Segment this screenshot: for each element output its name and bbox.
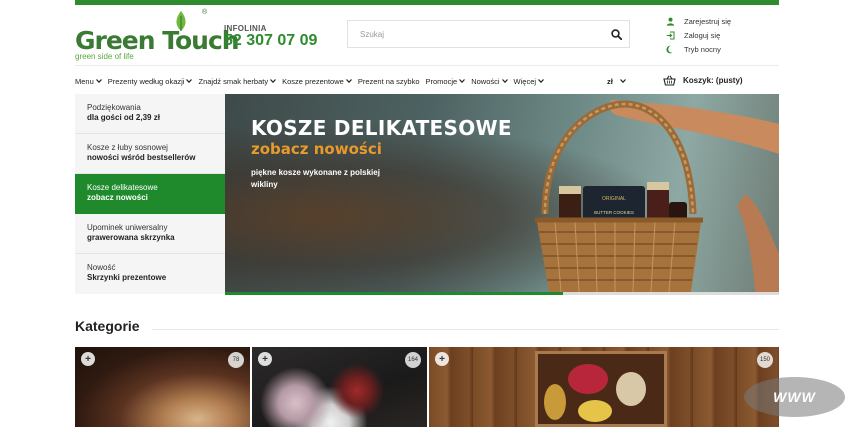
- nav-label: Promocje: [425, 76, 458, 86]
- night-mode-toggle[interactable]: Tryb nocny: [665, 42, 775, 56]
- gift-box-image: [535, 351, 667, 427]
- cart-button[interactable]: Koszyk: (pusty): [663, 73, 743, 87]
- helpline-phone[interactable]: 52 307 07 09: [224, 32, 317, 50]
- slider-tab-gift-boxes[interactable]: Nowość Skrzynki prezentowe: [75, 254, 225, 294]
- login-icon: [665, 30, 675, 40]
- gift-basket-image: ORIGINAL BUTTER COOKIES: [535, 100, 779, 292]
- chevron-down-icon: [459, 79, 466, 83]
- account-links: Zarejestruj się Zaloguj się Tryb nocny: [665, 14, 775, 56]
- slider-menu: Podziękowania dla gości od 2,39 zł Kosze…: [75, 94, 237, 294]
- login-link[interactable]: Zaloguj się: [665, 28, 775, 42]
- category-count-badge: 164: [405, 352, 421, 368]
- logo-word: Green Touch: [75, 26, 240, 55]
- currency-label: zł: [607, 76, 613, 86]
- search-button[interactable]: [605, 24, 627, 44]
- logo-text-green: Green: [75, 26, 163, 55]
- slider-tab-universal-gift[interactable]: Upominek uniwersalny grawerowana skrzynk…: [75, 214, 225, 254]
- watermark: WWW: [744, 377, 845, 417]
- category-tile-coffee[interactable]: + 78: [75, 347, 250, 427]
- nav-label: Więcej: [513, 76, 537, 86]
- nav-label: Prezent na szybko: [357, 76, 420, 86]
- categories-divider: [152, 329, 779, 330]
- nav-item-quick-gift[interactable]: Prezent na szybko: [358, 77, 420, 86]
- slider-tab-title: Kosze z łuby sosnowej: [87, 143, 168, 152]
- nav-item-new[interactable]: Nowości: [471, 76, 508, 86]
- registered-mark: ®: [202, 9, 208, 16]
- register-label: Zarejestruj się: [684, 16, 732, 26]
- categories-heading: Kategorie: [75, 318, 140, 334]
- nav-label: Kosze prezentowe: [282, 76, 344, 86]
- slider-tab-title: Kosze delikatesowe: [87, 183, 158, 192]
- slider-tab-subtitle: dla gości od 2,39 zł: [87, 113, 160, 122]
- slider-tab-subtitle: grawerowana skrzynka: [87, 233, 175, 242]
- nav-label: Znajdź smak herbaty: [198, 76, 269, 86]
- chevron-down-icon: [345, 79, 352, 83]
- banner-progress-fill: [225, 292, 563, 295]
- category-count-badge: 150: [757, 352, 773, 368]
- hero-banner[interactable]: KOSZE DELIKATESOWE zobacz nowości piękne…: [225, 94, 779, 292]
- slider-tab-thanks[interactable]: Podziękowania dla gości od 2,39 zł: [75, 94, 225, 134]
- chevron-down-icon: [270, 79, 277, 83]
- banner-subtitle: zobacz nowości: [251, 140, 382, 158]
- category-tile-spices[interactable]: + 164: [252, 347, 427, 427]
- slider-tab-deli-baskets[interactable]: Kosze delikatesowe zobacz nowości: [75, 174, 237, 214]
- slider-tab-subtitle: nowości wśród bestsellerów: [87, 153, 196, 162]
- slider-tab-title: Upominek uniwersalny: [87, 223, 168, 232]
- category-tile-gift-boxes[interactable]: + 150: [429, 347, 779, 427]
- user-icon: [665, 16, 675, 26]
- slider-tab-title: Nowość: [87, 263, 116, 272]
- chevron-down-icon: [186, 79, 193, 83]
- nav-label: Nowości: [471, 76, 500, 86]
- nav-item-promotions[interactable]: Promocje: [426, 77, 466, 86]
- chevron-down-icon: [95, 79, 102, 83]
- page: Green Touch ® green side of life INFOLIN…: [0, 0, 854, 427]
- basket-icon: [663, 75, 676, 86]
- banner-title: KOSZE DELIKATESOWE: [251, 116, 512, 140]
- main-nav: Menu Prezenty według okazji Znajdź smak …: [75, 74, 550, 88]
- logo-tagline: green side of life: [75, 52, 134, 61]
- moon-icon: [665, 44, 675, 54]
- currency-select[interactable]: zł: [607, 74, 626, 88]
- leaf-icon: [176, 11, 186, 31]
- plus-icon[interactable]: +: [81, 352, 95, 366]
- search-box: [347, 20, 630, 48]
- nav-label: Menu: [75, 76, 94, 86]
- login-label: Zaloguj się: [684, 30, 721, 40]
- slider-tab-subtitle: zobacz nowości: [87, 193, 148, 202]
- night-mode-label: Tryb nocny: [684, 44, 721, 54]
- search-icon: [610, 28, 622, 40]
- nav-item-menu[interactable]: Menu: [75, 77, 102, 86]
- top-accent-bar: [75, 0, 779, 5]
- plus-icon[interactable]: +: [435, 352, 449, 366]
- slider-tab-title: Podziękowania: [87, 103, 141, 112]
- nav-item-occasions[interactable]: Prezenty według okazji: [108, 77, 193, 86]
- search-input[interactable]: [348, 21, 598, 47]
- register-link[interactable]: Zarejestruj się: [665, 14, 775, 28]
- chevron-down-icon: [619, 79, 626, 83]
- chevron-down-icon: [538, 79, 545, 83]
- banner-progress-bar: [225, 292, 779, 295]
- nav-item-more[interactable]: Więcej: [514, 77, 545, 86]
- nav-label: Prezenty według okazji: [107, 76, 185, 86]
- chevron-down-icon: [501, 79, 508, 83]
- nav-item-tea-flavour[interactable]: Znajdź smak herbaty: [198, 76, 277, 86]
- nav-item-gift-baskets[interactable]: Kosze prezentowe: [282, 77, 352, 86]
- category-count-badge: 78: [228, 352, 244, 368]
- cart-label: Koszyk: (pusty): [683, 75, 743, 85]
- jar-label-cookies: BUTTER COOKIES: [594, 210, 634, 215]
- jar-label-original: ORIGINAL: [602, 196, 626, 202]
- slider-tab-subtitle: Skrzynki prezentowe: [87, 273, 167, 282]
- banner-description: piękne kosze wykonane z polskiej wikliny: [251, 168, 380, 189]
- header-divider: [75, 65, 779, 66]
- plus-icon[interactable]: +: [258, 352, 272, 366]
- logo[interactable]: Green Touch ® green side of life: [75, 9, 240, 62]
- slider-tab-pine-baskets[interactable]: Kosze z łuby sosnowej nowości wśród best…: [75, 134, 225, 174]
